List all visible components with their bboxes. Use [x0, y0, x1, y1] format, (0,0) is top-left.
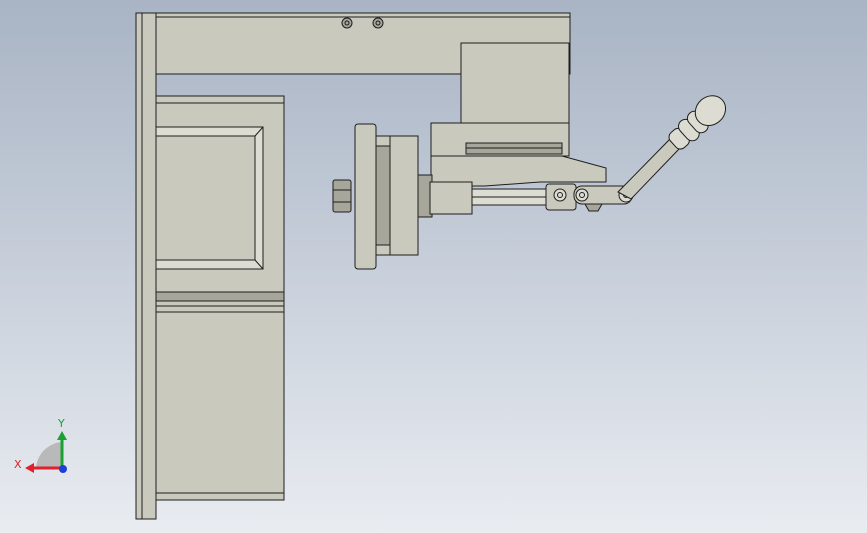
vertical-plate[interactable] — [135, 12, 157, 520]
graphics-viewport[interactable]: X Y — [0, 0, 867, 533]
cad-model[interactable]: X Y — [0, 0, 867, 533]
bolt-hole-1 — [341, 17, 353, 29]
handle[interactable] — [617, 90, 732, 200]
side-block[interactable] — [155, 95, 285, 501]
flange-disk[interactable] — [354, 123, 377, 270]
triad-y-label: Y — [57, 417, 65, 430]
triad-x-label: X — [14, 458, 22, 471]
hex-nut[interactable] — [332, 179, 352, 213]
block-groove — [155, 291, 285, 302]
view-triad: X Y — [14, 417, 67, 473]
handle-lever[interactable] — [617, 138, 681, 200]
handle-grip[interactable] — [664, 90, 732, 155]
bolt-hole-2 — [372, 17, 384, 29]
rod-pin[interactable] — [553, 188, 567, 202]
flange-assembly[interactable] — [332, 123, 419, 270]
